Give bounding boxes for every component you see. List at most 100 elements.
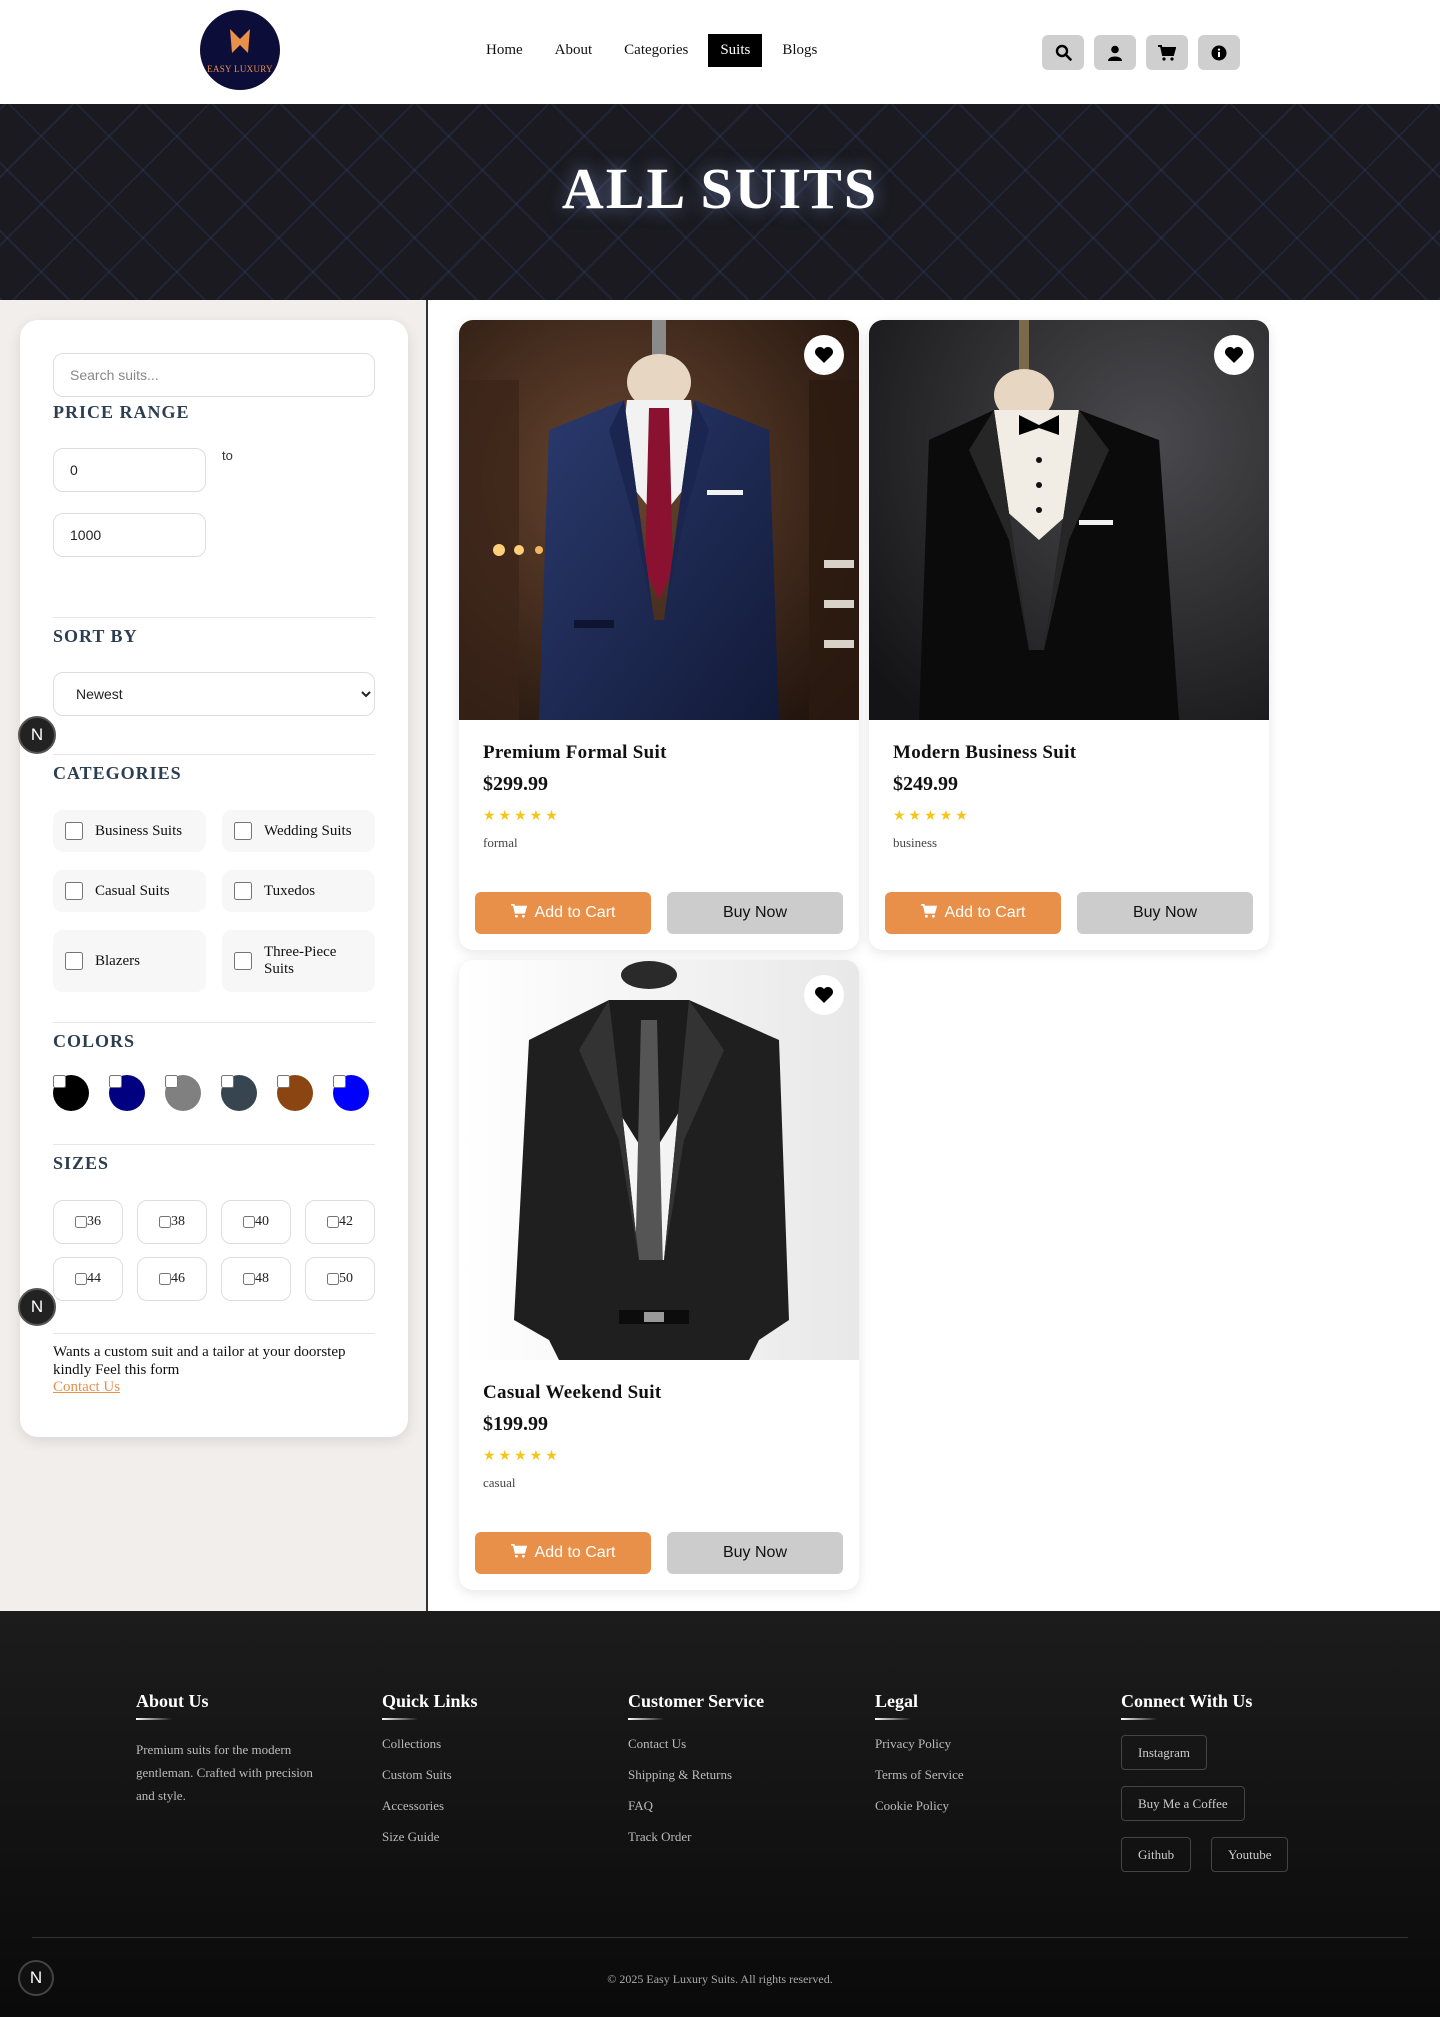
footer-link[interactable]: Shipping & Returns [628,1767,764,1798]
size-checkbox[interactable] [159,1273,171,1285]
size-36[interactable]: 36 [53,1200,123,1244]
product-image[interactable] [459,320,859,720]
category-tuxedos[interactable]: Tuxedos [222,870,375,912]
category-wedding-suits[interactable]: Wedding Suits [222,810,375,852]
product-name[interactable]: Casual Weekend Suit [483,1382,662,1404]
nav-blogs[interactable]: Blogs [770,34,829,67]
footer-link[interactable]: Track Order [628,1829,764,1860]
size-checkbox[interactable] [159,1216,171,1228]
user-icon[interactable] [1094,35,1136,70]
product-price: $299.99 [483,773,548,795]
color-swatch-navy[interactable] [109,1075,145,1111]
divider [53,617,375,618]
brand-name: EASY LUXURY [207,63,273,74]
color-checkbox[interactable] [277,1075,290,1088]
nav-about[interactable]: About [543,34,605,67]
wishlist-heart-icon[interactable] [804,335,844,375]
category-blazers[interactable]: Blazers [53,930,206,992]
size-checkbox[interactable] [75,1273,87,1285]
color-checkbox[interactable] [221,1075,234,1088]
size-40[interactable]: 40 [221,1200,291,1244]
size-checkbox[interactable] [327,1273,339,1285]
category-checkbox[interactable] [234,822,252,840]
footer-link[interactable]: Terms of Service [875,1767,964,1798]
size-label: 36 [87,1214,101,1229]
search-icon[interactable] [1042,35,1084,70]
price-min-input[interactable] [53,448,206,492]
search-input[interactable] [53,353,375,397]
color-swatch-black[interactable] [53,1075,89,1111]
color-checkbox[interactable] [333,1075,346,1088]
size-48[interactable]: 48 [221,1257,291,1301]
add-to-cart-button[interactable]: Add to Cart [885,892,1061,934]
add-to-cart-button[interactable]: Add to Cart [475,892,651,934]
color-swatch-charcoal[interactable] [221,1075,257,1111]
buy-now-button[interactable]: Buy Now [1077,892,1253,934]
size-50[interactable]: 50 [305,1257,375,1301]
filter-panel: PRICE RANGE to SORT BY Newest CATEGORIES… [20,320,408,1437]
nav-suits[interactable]: Suits [708,34,763,67]
product-image[interactable] [459,960,859,1360]
size-checkbox[interactable] [75,1216,87,1228]
buy-now-button[interactable]: Buy Now [667,892,843,934]
footer-link[interactable]: Size Guide [382,1829,478,1860]
size-44[interactable]: 44 [53,1257,123,1301]
footer-link[interactable]: Collections [382,1736,478,1767]
buy-me-a-coffee-link[interactable]: Buy Me a Coffee [1121,1786,1245,1821]
color-checkbox[interactable] [53,1075,66,1088]
sort-select[interactable]: Newest [53,672,375,716]
product-name[interactable]: Premium Formal Suit [483,742,667,764]
footer-link[interactable]: Cookie Policy [875,1798,964,1829]
youtube-link[interactable]: Youtube [1211,1837,1289,1872]
category-three-piece-suits[interactable]: Three-Piece Suits [222,930,375,992]
nav-categories[interactable]: Categories [612,34,700,67]
category-checkbox[interactable] [65,952,83,970]
add-to-cart-button[interactable]: Add to Cart [475,1532,651,1574]
footer-link[interactable]: Privacy Policy [875,1736,964,1767]
n-badge[interactable]: N [18,1960,54,1996]
product-image[interactable] [869,320,1269,720]
color-checkbox[interactable] [165,1075,178,1088]
nav-home[interactable]: Home [474,34,535,67]
category-checkbox[interactable] [234,882,252,900]
color-swatch-blue[interactable] [333,1075,369,1111]
buy-now-button[interactable]: Buy Now [667,1532,843,1574]
github-link[interactable]: Github [1121,1837,1192,1872]
size-38[interactable]: 38 [137,1200,207,1244]
category-label: Three-Piece Suits [264,944,337,977]
price-max-input[interactable] [53,513,206,557]
product-rating: ★★★★★ [893,809,971,824]
product-card: Casual Weekend Suit $199.99 ★★★★★ casual… [459,960,859,1590]
footer-link[interactable]: Contact Us [628,1736,764,1767]
category-checkbox[interactable] [65,882,83,900]
category-checkbox[interactable] [234,952,252,970]
divider [53,1144,375,1145]
color-swatch-gray[interactable] [165,1075,201,1111]
size-46[interactable]: 46 [137,1257,207,1301]
footer-link[interactable]: Custom Suits [382,1767,478,1798]
footer-link[interactable]: FAQ [628,1798,764,1829]
contact-us-link[interactable]: Contact Us [53,1379,120,1396]
cart-icon[interactable] [1146,35,1188,70]
product-rating: ★★★★★ [483,809,561,824]
n-badge[interactable]: N [18,1288,56,1326]
footer-link[interactable]: Accessories [382,1798,478,1829]
instagram-link[interactable]: Instagram [1121,1735,1207,1770]
category-casual-suits[interactable]: Casual Suits [53,870,206,912]
size-checkbox[interactable] [243,1216,255,1228]
color-swatch-brown[interactable] [277,1075,313,1111]
size-checkbox[interactable] [243,1273,255,1285]
category-checkbox[interactable] [65,822,83,840]
n-badge[interactable]: N [18,716,56,754]
product-name[interactable]: Modern Business Suit [893,742,1076,764]
wishlist-heart-icon[interactable] [804,975,844,1015]
color-checkbox[interactable] [109,1075,122,1088]
brand-logo[interactable]: EASY LUXURY [200,10,280,90]
size-42[interactable]: 42 [305,1200,375,1244]
category-business-suits[interactable]: Business Suits [53,810,206,852]
size-checkbox[interactable] [327,1216,339,1228]
wishlist-heart-icon[interactable] [1214,335,1254,375]
info-icon[interactable] [1198,35,1240,70]
size-label: 40 [255,1214,269,1229]
sort-by-title: SORT BY [53,626,138,646]
